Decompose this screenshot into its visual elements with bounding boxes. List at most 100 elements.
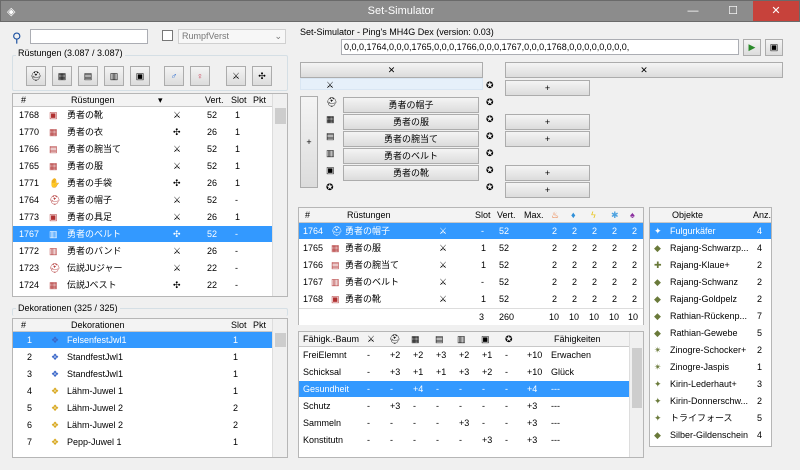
armor-row[interactable]: 1768 ▣ 勇者の靴 ⚔ 52 1 xyxy=(13,107,287,124)
set-row[interactable]: 1768 ▣ 勇者の靴 ⚔ 1 52 2 2 2 2 2 xyxy=(299,291,643,308)
set-code-input[interactable] xyxy=(341,39,739,55)
skill-row[interactable]: Gesundheit - - +4- - - - +4 --- xyxy=(299,381,643,398)
object-row[interactable]: ✦ トライフォース 5 xyxy=(650,410,771,427)
skill-col-tree[interactable]: Fähigk.-Baum xyxy=(303,332,359,347)
armor-col-slot[interactable]: Slot xyxy=(231,94,247,107)
object-row[interactable]: ◆ Rajang-Schwanz 2 xyxy=(650,274,771,291)
object-col-count[interactable]: Anz. xyxy=(753,208,771,223)
maximize-button[interactable]: ☐ xyxy=(713,1,753,21)
set-row[interactable]: 1767 ▥ 勇者のベルト ⚔ - 52 2 2 2 2 2 xyxy=(299,274,643,291)
armor-row[interactable]: 1771 ✋ 勇者の手袋 ✣ 26 1 xyxy=(13,175,287,192)
add-deco-button[interactable]: + xyxy=(505,131,590,147)
object-row[interactable]: ✚ Rajang-Klaue+ 2 xyxy=(650,257,771,274)
skill-col-skills[interactable]: Fähigkeiten xyxy=(554,332,601,347)
armor-slot-button[interactable]: 勇者の靴 xyxy=(343,165,479,181)
gunner-filter-button[interactable]: ✣ xyxy=(252,66,272,86)
armor-row[interactable]: 1724 ▦ 伝説Jベスト ✣ 22 - xyxy=(13,277,287,294)
armor-row[interactable]: 1772 ▥ 勇者のバンド ⚔ 26 - xyxy=(13,243,287,260)
deco-row[interactable]: 3 ❖ StandfestJwl1 1 xyxy=(13,366,287,383)
object-row[interactable]: ◆ Rathian-Gewebe 5 xyxy=(650,325,771,342)
skill-scroll-thumb[interactable] xyxy=(632,348,642,408)
set-row[interactable]: 1764 ⛑ 勇者の帽子 ⚔ - 52 2 2 2 2 2 xyxy=(299,223,643,240)
set-col-slot[interactable]: Slot xyxy=(475,208,491,223)
armor-col-vert[interactable]: Vert. xyxy=(205,94,224,107)
clear-deco-button[interactable]: ✕ xyxy=(505,62,783,78)
deco-col-pkt[interactable]: Pkt xyxy=(253,319,266,332)
search-input[interactable] xyxy=(30,29,148,44)
armor-slot-button[interactable]: 勇者のベルト xyxy=(343,148,479,164)
object-row-name: Rajang-Goldpelz xyxy=(670,294,738,304)
set-col-name[interactable]: Rüstungen xyxy=(347,208,391,223)
add-deco-button[interactable]: + xyxy=(505,80,590,96)
object-row[interactable]: ✴ Zinogre-Schocker+ 2 xyxy=(650,342,771,359)
deco-col-slot[interactable]: Slot xyxy=(231,319,247,332)
blademaster-filter-button[interactable]: ⚔ xyxy=(226,66,246,86)
armor-scrollbar[interactable] xyxy=(272,94,287,296)
armor-row[interactable]: 1770 ▦ 勇者の衣 ✣ 26 1 xyxy=(13,124,287,141)
armor-slot-button[interactable]: 勇者の帽子 xyxy=(343,97,479,113)
object-col-name[interactable]: Objekte xyxy=(672,208,703,223)
object-row[interactable]: ✦ Kirin-Donnerschw... 2 xyxy=(650,393,771,410)
skill-row[interactable]: Konstitutn - - - - - +3- +3 --- xyxy=(299,432,643,449)
armor-row[interactable]: 1765 ▦ 勇者の服 ⚔ 52 1 xyxy=(13,158,287,175)
head-filter-button[interactable]: ⛑ xyxy=(26,66,46,86)
set-col-max[interactable]: Max. xyxy=(524,208,544,223)
minimize-button[interactable]: — xyxy=(673,1,713,21)
load-set-icon[interactable]: ▣ xyxy=(765,39,783,56)
object-row[interactable]: ◆ Rajang-Goldpelz 2 xyxy=(650,291,771,308)
armor-slot-button[interactable]: 勇者の腕当て xyxy=(343,131,479,147)
skill-row[interactable]: Schutz - +3- - - - - +3 --- xyxy=(299,398,643,415)
skill-row[interactable]: Sammeln - - - - +3- - +3 --- xyxy=(299,415,643,432)
add-deco-button[interactable]: + xyxy=(505,182,590,198)
object-row[interactable]: ✴ Zinogre-Jaspis 1 xyxy=(650,359,771,376)
set-row-res: 2 xyxy=(572,260,578,270)
armor-row[interactable]: 1764 ⛑ 勇者の帽子 ⚔ 52 - xyxy=(13,192,287,209)
add-deco-button[interactable]: + xyxy=(505,114,590,130)
object-row[interactable]: ✦ Fulgurkäfer 4 xyxy=(650,223,771,240)
armor-row[interactable]: 1766 ▤ 勇者の腕当て ⚔ 52 1 xyxy=(13,141,287,158)
object-row[interactable]: ✦ Kirin-Lederhaut+ 3 xyxy=(650,376,771,393)
deco-col-name[interactable]: Dekorationen xyxy=(71,319,125,332)
armor-scroll-thumb[interactable] xyxy=(275,108,286,124)
male-filter-button[interactable]: ♂ xyxy=(164,66,184,86)
set-row[interactable]: 1765 ▦ 勇者の服 ⚔ 1 52 2 2 2 2 2 xyxy=(299,240,643,257)
set-col-vert[interactable]: Vert. xyxy=(497,208,516,223)
clear-set-button[interactable]: ✕ xyxy=(300,62,483,78)
armor-col-pkt[interactable]: Pkt xyxy=(253,94,266,107)
rumpf-checkbox[interactable] xyxy=(162,30,173,41)
deco-row[interactable]: 6 ❖ Lähm-Juwel 2 2 xyxy=(13,417,287,434)
deco-row[interactable]: 1 ❖ FelsenfestJwl1 1 xyxy=(13,332,287,349)
deco-scrollbar[interactable] xyxy=(272,319,287,457)
play-icon[interactable]: ▶ xyxy=(743,39,761,56)
object-row[interactable]: ◆ Rathian-Rückenp... 7 xyxy=(650,308,771,325)
add-armor-button[interactable]: + xyxy=(300,96,318,188)
skill-row[interactable]: Schicksal - +3 +1 +1 +3 +2 - +10 Glück xyxy=(299,364,643,381)
armor-row[interactable]: 1767 ▥ 勇者のベルト ✣ 52 - xyxy=(13,226,287,243)
deco-row[interactable]: 4 ❖ Lähm-Juwel 1 1 xyxy=(13,383,287,400)
arms-filter-button[interactable]: ▤ xyxy=(78,66,98,86)
legs-filter-button[interactable]: ▣ xyxy=(130,66,150,86)
deco-row[interactable]: 7 ❖ Pepp-Juwel 1 1 xyxy=(13,434,287,451)
object-row[interactable]: ◆ Rajang-Schwarzp... 4 xyxy=(650,240,771,257)
armor-row[interactable]: 1773 ▣ 勇者の具足 ⚔ 26 1 xyxy=(13,209,287,226)
body-filter-button[interactable]: ▦ xyxy=(52,66,72,86)
set-row-vert: 52 xyxy=(499,260,510,270)
skill-row[interactable]: FreiElemnt - +2 +2 +3 +2 +1 - +10 Erwachen xyxy=(299,347,643,364)
deco-row[interactable]: 5 ❖ Lähm-Juwel 2 2 xyxy=(13,400,287,417)
armor-col-name[interactable]: Rüstungen xyxy=(71,94,115,107)
set-row[interactable]: 1766 ▤ 勇者の腕当て ⚔ 1 52 2 2 2 2 2 xyxy=(299,257,643,274)
waist-filter-button[interactable]: ▥ xyxy=(104,66,124,86)
armor-row[interactable]: 1723 ⛑ 伝説JUジャー ⚔ 22 - xyxy=(13,260,287,277)
close-button[interactable]: ✕ xyxy=(753,1,799,21)
object-row[interactable]: ◆ Silber-Gildenschein 4 xyxy=(650,427,771,444)
female-filter-button[interactable]: ♀ xyxy=(190,66,210,86)
category-dropdown[interactable]: RumpfVerst ⌄ xyxy=(178,29,286,44)
armor-table: # Rüstungen ▾ Vert. Slot Pkt 1768 ▣ 勇者の靴 ⚔ 5… xyxy=(12,93,288,297)
set-row-res: 2 xyxy=(572,277,578,287)
skill-scrollbar[interactable] xyxy=(629,332,643,457)
deco-scroll-thumb[interactable] xyxy=(275,333,286,347)
armor-slot-button[interactable]: 勇者の服 xyxy=(343,114,479,130)
add-deco-button[interactable]: + xyxy=(505,165,590,181)
deco-row[interactable]: 2 ❖ StandfestJwl1 1 xyxy=(13,349,287,366)
set-row-id: 1764 xyxy=(303,226,324,236)
